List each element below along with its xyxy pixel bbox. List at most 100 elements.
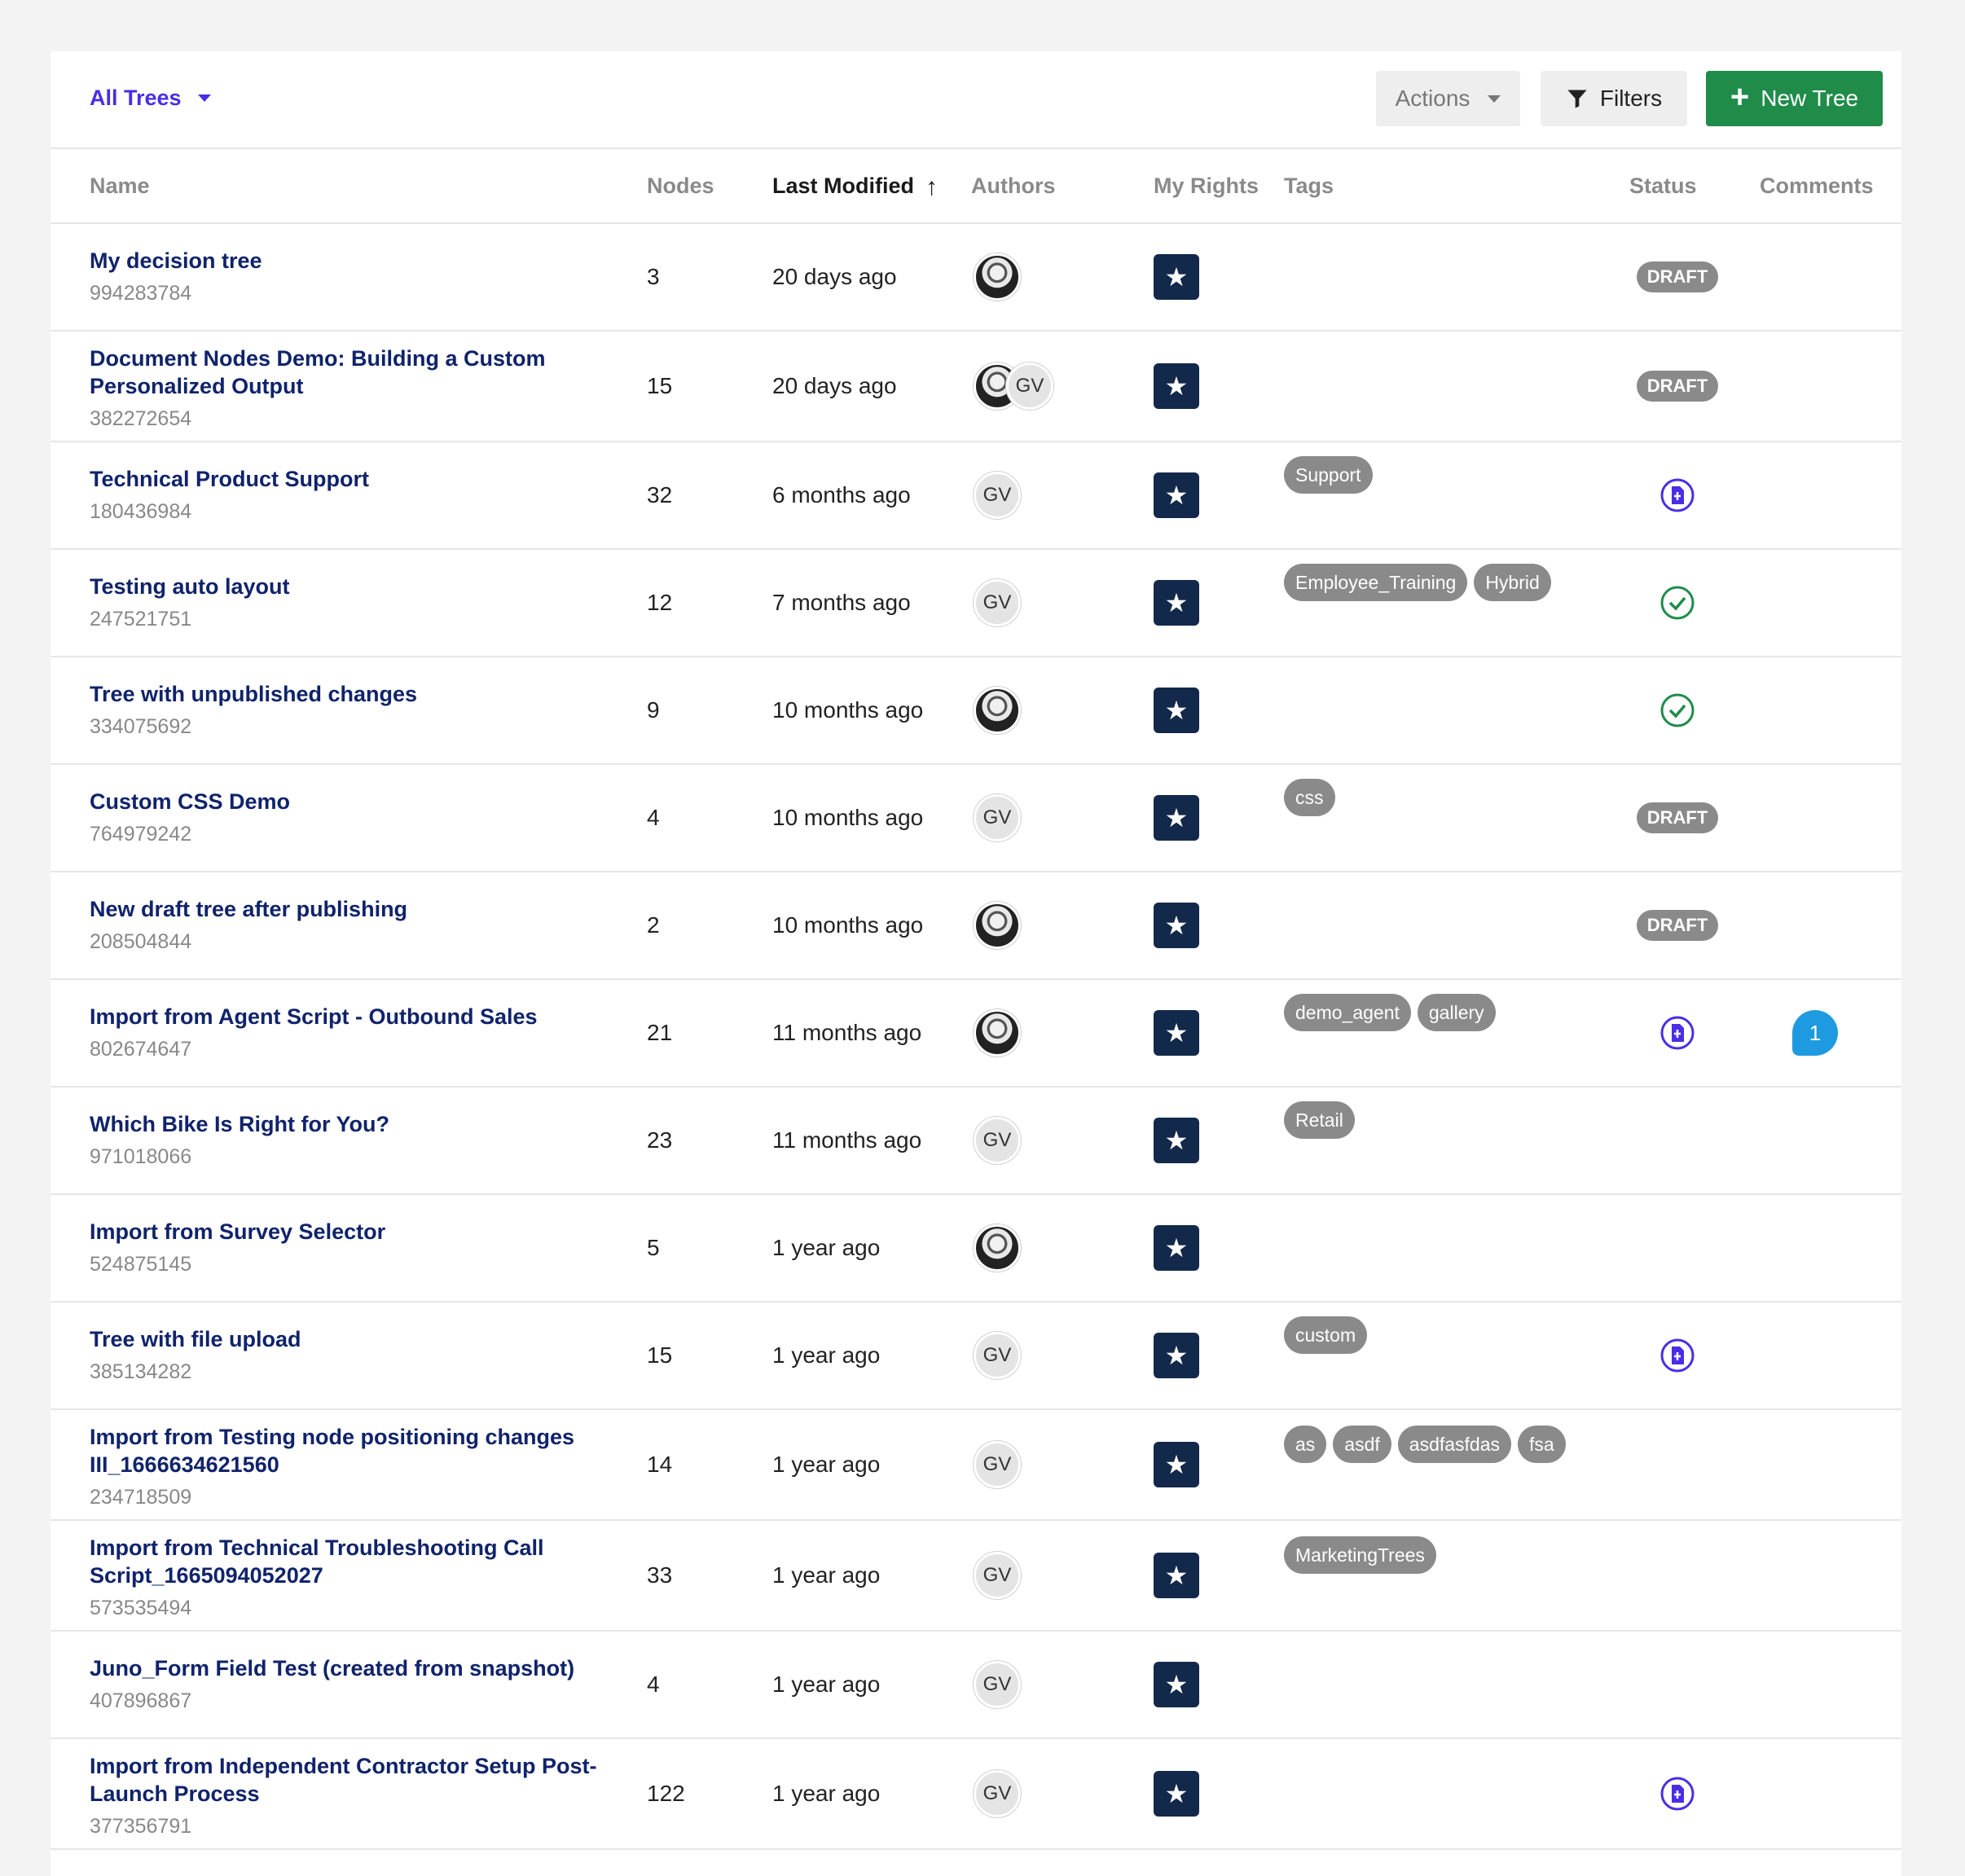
sort-ascending-icon: ↑ <box>925 174 938 200</box>
table-row[interactable]: Testing auto layout 247521751 12 7 months… <box>51 550 1901 657</box>
table-body: My decision tree 994283784 3 20 days ago ★… <box>51 224 1901 1850</box>
author-avatar-initials[interactable]: GV <box>974 579 1021 626</box>
table-row[interactable]: New draft tree after publishing 20850484… <box>51 872 1901 980</box>
tag-chip[interactable]: Hybrid <box>1474 564 1551 601</box>
star-icon: ★ <box>1154 580 1199 626</box>
table-row[interactable]: Technical Product Support 180436984 32 6 … <box>51 442 1901 550</box>
tree-id: 524875145 <box>90 1253 192 1276</box>
tag-list: demo_agent gallery <box>1284 994 1496 1031</box>
author-avatar-photo[interactable] <box>974 687 1021 734</box>
tree-name-link[interactable]: My decision tree <box>90 247 611 275</box>
star-icon: ★ <box>1154 1225 1199 1271</box>
status-badge: DRAFT <box>1637 261 1718 292</box>
tree-name-link[interactable]: Custom CSS Demo <box>90 788 611 815</box>
author-avatar-initials[interactable]: GV <box>1006 362 1053 410</box>
comment-count-badge[interactable]: 1 <box>1792 1010 1838 1056</box>
tree-name-cell: Import from Technical Troubleshooting Ca… <box>90 1534 611 1622</box>
author-avatar-photo[interactable] <box>974 902 1021 949</box>
author-avatar-initials[interactable]: GV <box>974 1117 1021 1164</box>
table-row[interactable]: Which Bike Is Right for You? 971018066 2… <box>51 1087 1901 1195</box>
column-header-status[interactable]: Status <box>1629 174 1697 199</box>
tree-id: 407896867 <box>90 1689 192 1712</box>
table-row[interactable]: Document Nodes Demo: Building a Custom P… <box>51 332 1901 442</box>
published-check-icon <box>1660 586 1695 620</box>
tag-chip[interactable]: custom <box>1284 1316 1368 1354</box>
table-row[interactable]: Tree with unpublished changes 334075692 … <box>51 657 1901 765</box>
table-row[interactable]: Import from Technical Troubleshooting Ca… <box>51 1521 1901 1632</box>
last-modified: 1 year ago <box>772 1781 881 1806</box>
new-tree-button[interactable]: + New Tree <box>1706 71 1883 126</box>
all-trees-label: All Trees <box>90 86 182 110</box>
tree-name-link[interactable]: Import from Independent Contractor Setup… <box>90 1752 611 1808</box>
tree-name-link[interactable]: Import from Agent Script - Outbound Sale… <box>90 1003 611 1030</box>
table-row[interactable]: Import from Agent Script - Outbound Sale… <box>51 980 1901 1087</box>
author-avatar-initials[interactable]: GV <box>974 472 1021 519</box>
column-header-nodes[interactable]: Nodes <box>647 174 714 199</box>
author-avatar-initials[interactable]: GV <box>974 1441 1021 1488</box>
table-row[interactable]: Tree with file upload 385134282 15 1 year… <box>51 1303 1901 1410</box>
node-count: 12 <box>647 590 673 615</box>
tree-name-link[interactable]: Testing auto layout <box>90 573 611 600</box>
author-avatar-initials[interactable]: GV <box>974 794 1021 841</box>
tree-name-link[interactable]: Tree with unpublished changes <box>90 680 611 708</box>
tree-name-link[interactable]: Juno_Form Field Test (created from snaps… <box>90 1654 611 1682</box>
tree-name-cell: New draft tree after publishing 20850484… <box>90 895 611 956</box>
tree-name-link[interactable]: Document Nodes Demo: Building a Custom P… <box>90 345 611 400</box>
table-row[interactable]: Custom CSS Demo 764979242 4 10 months ago… <box>51 765 1901 872</box>
tag-chip[interactable]: Support <box>1284 456 1373 494</box>
star-icon: ★ <box>1154 1118 1199 1163</box>
star-icon: ★ <box>1154 1662 1199 1707</box>
tree-name-link[interactable]: Import from Technical Troubleshooting Ca… <box>90 1534 611 1589</box>
tree-name-link[interactable]: Tree with file upload <box>90 1325 611 1353</box>
tree-name-cell: Import from Independent Contractor Setup… <box>90 1752 611 1840</box>
star-icon: ★ <box>1154 1442 1199 1487</box>
tag-chip[interactable]: asdfasfdas <box>1397 1426 1512 1463</box>
star-icon: ★ <box>1154 903 1199 948</box>
trees-table-card: All Trees Actions Filters + New Tree Nam… <box>51 51 1901 1876</box>
star-icon: ★ <box>1154 795 1199 841</box>
author-avatar-photo[interactable] <box>974 1224 1021 1272</box>
tag-chip[interactable]: css <box>1284 779 1335 816</box>
table-row[interactable]: Import from Testing node positioning cha… <box>51 1410 1901 1521</box>
tree-id: 247521751 <box>90 608 192 630</box>
tag-chip[interactable]: demo_agent <box>1284 994 1411 1031</box>
author-avatar-initials[interactable]: GV <box>974 1552 1021 1599</box>
filters-button[interactable]: Filters <box>1541 71 1687 126</box>
last-modified: 7 months ago <box>772 590 911 615</box>
tag-chip[interactable]: asdf <box>1333 1426 1391 1463</box>
table-row[interactable]: My decision tree 994283784 3 20 days ago ★… <box>51 224 1901 332</box>
author-avatar-initials[interactable]: GV <box>974 1332 1021 1379</box>
tree-name-link[interactable]: Import from Survey Selector <box>90 1218 611 1246</box>
tree-name-link[interactable]: Technical Product Support <box>90 465 611 493</box>
tag-chip[interactable]: gallery <box>1417 994 1496 1031</box>
last-modified: 20 days ago <box>772 373 897 398</box>
author-avatar-initials[interactable]: GV <box>974 1770 1021 1817</box>
column-header-authors[interactable]: Authors <box>971 174 1056 199</box>
tag-list: as asdf asdfasfdas fsa <box>1284 1426 1566 1463</box>
column-header-last-modified[interactable]: Last Modified ↑ <box>772 174 938 201</box>
author-avatar-initials[interactable]: GV <box>974 1661 1021 1708</box>
column-header-my-rights[interactable]: My Rights <box>1154 174 1259 199</box>
column-header-name[interactable]: Name <box>90 174 150 199</box>
tag-chip[interactable]: as <box>1284 1426 1327 1463</box>
column-header-comments[interactable]: Comments <box>1760 174 1874 199</box>
all-trees-dropdown[interactable]: All Trees <box>90 86 211 111</box>
tree-name-link[interactable]: New draft tree after publishing <box>90 895 611 923</box>
tag-chip[interactable]: fsa <box>1518 1426 1566 1463</box>
table-row[interactable]: Juno_Form Field Test (created from snaps… <box>51 1632 1901 1739</box>
tag-chip[interactable]: Employee_Training <box>1284 564 1468 601</box>
column-header-tags[interactable]: Tags <box>1284 174 1334 199</box>
node-count: 2 <box>647 912 660 938</box>
actions-button[interactable]: Actions <box>1376 71 1520 126</box>
author-avatar-photo[interactable] <box>974 253 1021 301</box>
tag-chip[interactable]: MarketingTrees <box>1284 1536 1436 1574</box>
tag-chip[interactable]: Retail <box>1284 1101 1355 1139</box>
table-row[interactable]: Import from Independent Contractor Setup… <box>51 1739 1901 1850</box>
tree-name-link[interactable]: Import from Testing node positioning cha… <box>90 1423 611 1478</box>
tree-name-cell: Tree with file upload 385134282 <box>90 1325 611 1386</box>
author-avatar-photo[interactable] <box>974 1009 1021 1057</box>
table-row[interactable]: Import from Survey Selector 524875145 5 1… <box>51 1195 1901 1303</box>
toolbar: All Trees Actions Filters + New Tree <box>51 51 1901 149</box>
tree-name-link[interactable]: Which Bike Is Right for You? <box>90 1110 611 1138</box>
tree-name-cell: Import from Agent Script - Outbound Sale… <box>90 1003 611 1063</box>
